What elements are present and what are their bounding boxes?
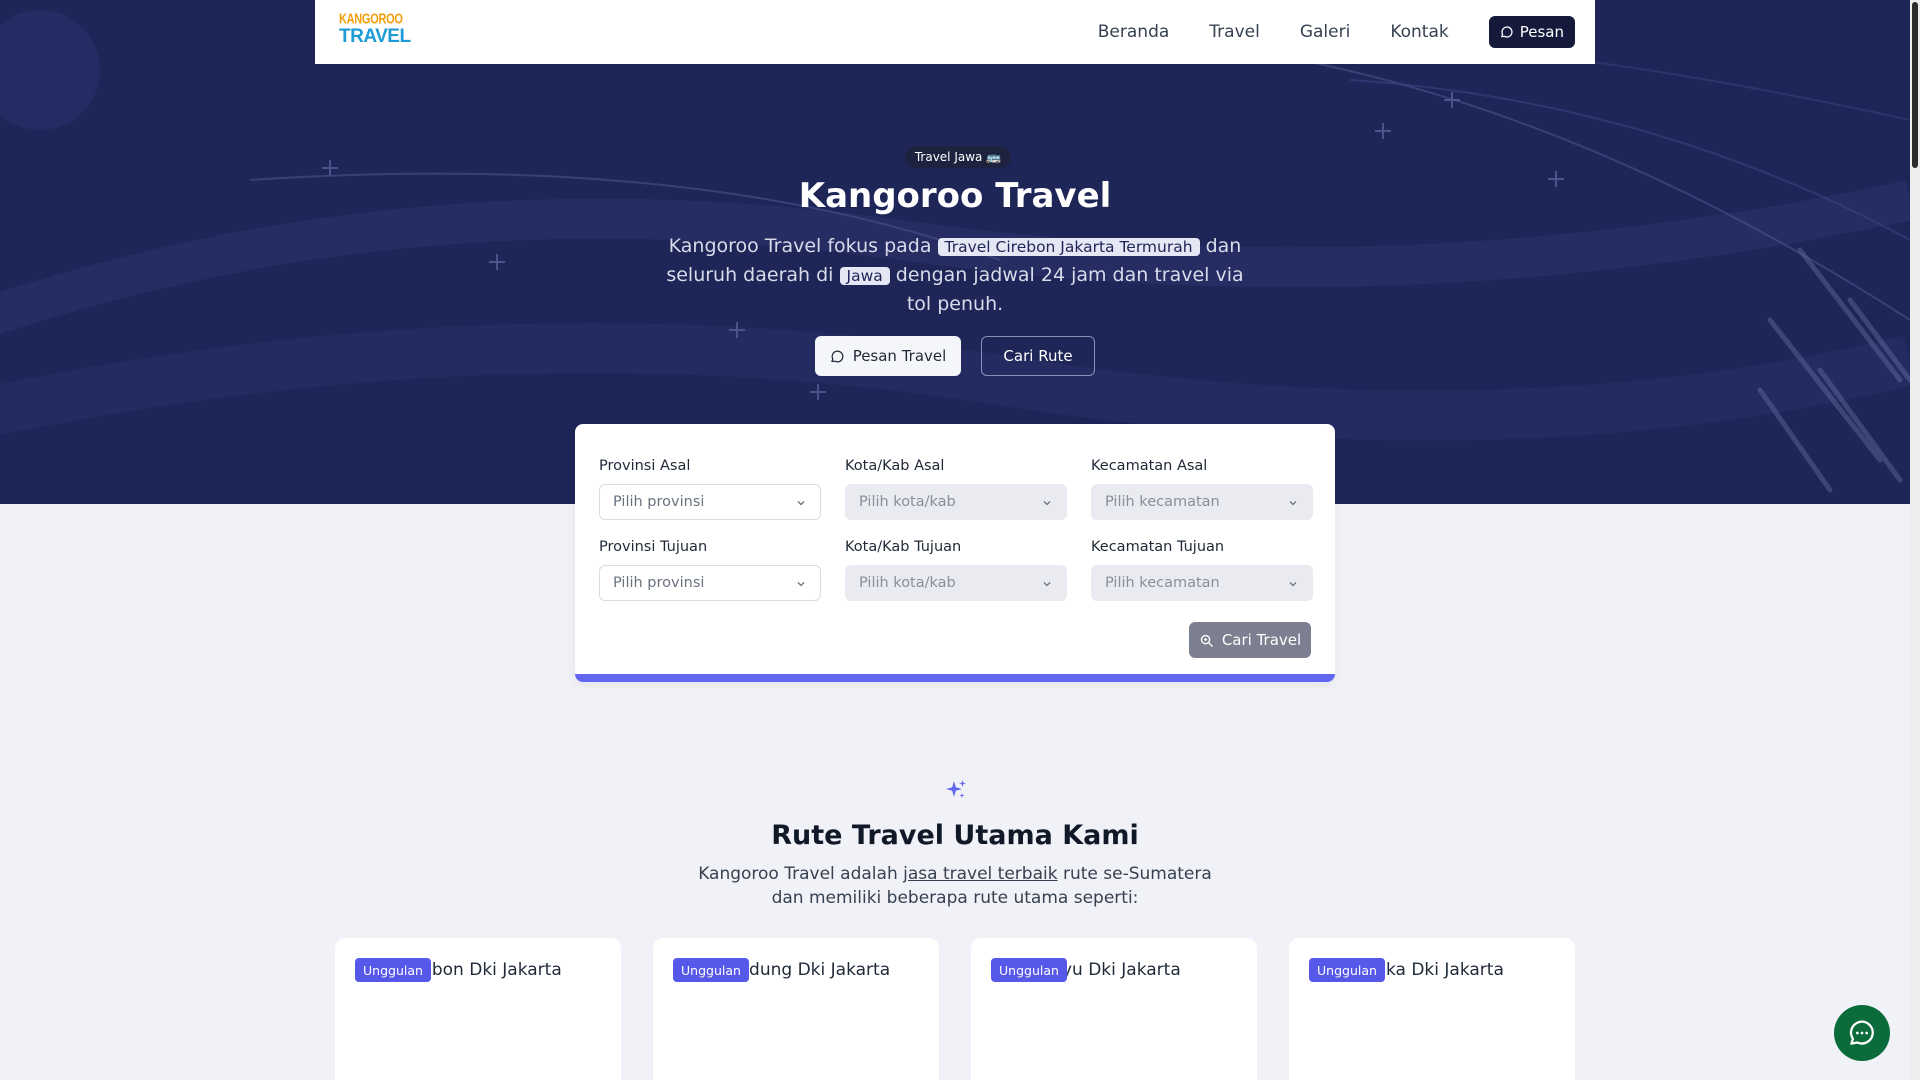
- chat-icon: [830, 350, 844, 362]
- hero-highlight-route: Travel Cirebon Jakarta Termurah: [937, 238, 1200, 256]
- chevron-down-icon: [1289, 501, 1297, 506]
- pesan-travel-button[interactable]: Pesan Travel: [815, 336, 961, 376]
- hero-desc-text-3: dengan jadwal 24 jam dan travel via tol …: [895, 264, 1244, 315]
- unggulan-badge: Unggulan: [991, 958, 1067, 982]
- routes-desc-text-3: dan memiliki beberapa rute utama seperti…: [771, 888, 1139, 908]
- nav-item-travel[interactable]: Travel: [1209, 14, 1260, 50]
- hero-highlight-region: Jawa: [839, 267, 890, 285]
- routes-description: Kangoroo Travel adalah jasa travel terba…: [0, 862, 1910, 910]
- chevron-down-icon: [797, 501, 805, 506]
- unggulan-badge: Unggulan: [355, 958, 431, 982]
- kota-tujuan-placeholder: Pilih kota/kab: [859, 575, 956, 591]
- page-scrollbar[interactable]: [1910, 0, 1920, 1080]
- route-card[interactable]: Unggulan Kota Cirebon Dki Jakarta: [335, 938, 621, 1080]
- hero-badge: Travel Jawa 🚌: [905, 146, 1011, 168]
- routes-desc-text-2: rute se-Sumatera: [1062, 864, 1212, 884]
- provinsi-tujuan-select[interactable]: Pilih provinsi: [599, 565, 821, 601]
- scrollbar-thumb[interactable]: [1912, 2, 1918, 168]
- logo-text-top: KANGOROO: [339, 12, 403, 28]
- chevron-down-icon: [797, 582, 805, 587]
- unggulan-badge: Unggulan: [1309, 958, 1385, 982]
- kecamatan-asal-select[interactable]: Pilih kecamatan: [1091, 484, 1313, 520]
- sparkles-icon: [946, 780, 966, 798]
- nav-pesan-button[interactable]: Pesan: [1488, 16, 1575, 48]
- hero-title: Kangoroo Travel: [798, 176, 1112, 216]
- kota-tujuan-field: Kota/Kab Tujuan Pilih kota/kab: [845, 539, 1067, 601]
- nav-pesan-label: Pesan: [1519, 23, 1564, 41]
- routes-desc-link[interactable]: jasa travel terbaik: [903, 864, 1057, 884]
- whatsapp-chat-button[interactable]: [1834, 1005, 1890, 1061]
- kecamatan-asal-placeholder: Pilih kecamatan: [1105, 494, 1220, 510]
- nav-menu: Beranda Travel Galeri Kontak Pesan: [1098, 14, 1575, 50]
- chat-icon: [1500, 26, 1513, 38]
- provinsi-asal-placeholder: Pilih provinsi: [613, 494, 705, 510]
- cari-travel-label: Cari Travel: [1221, 631, 1302, 649]
- chat-bubble-icon: [1849, 1020, 1874, 1045]
- kecamatan-tujuan-select[interactable]: Pilih kecamatan: [1091, 565, 1313, 601]
- nav-item-beranda[interactable]: Beranda: [1098, 14, 1170, 50]
- hero-buttons: Pesan Travel Cari Rute: [0, 336, 1910, 376]
- logo-text-bottom: TRAVEL: [339, 26, 411, 47]
- kecamatan-tujuan-field: Kecamatan Tujuan Pilih kecamatan: [1091, 539, 1313, 601]
- chevron-down-icon: [1043, 582, 1051, 587]
- route-card[interactable]: Unggulan Majalengka Dki Jakarta: [1289, 938, 1575, 1080]
- search-icon: [1200, 634, 1213, 647]
- chevron-down-icon: [1289, 582, 1297, 587]
- provinsi-asal-select[interactable]: Pilih provinsi: [599, 484, 821, 520]
- kecamatan-asal-label: Kecamatan Asal: [1091, 458, 1208, 474]
- hero-desc-text-1: Kangoroo Travel fokus pada: [668, 235, 932, 257]
- kota-asal-label: Kota/Kab Asal: [845, 458, 945, 474]
- provinsi-asal-field: Provinsi Asal Pilih provinsi: [599, 458, 821, 520]
- top-navbar: KANGOROO TRAVEL Beranda Travel Galeri Ko…: [315, 0, 1595, 64]
- routes-desc-text-1: Kangoroo Travel adalah: [698, 864, 898, 884]
- kota-asal-placeholder: Pilih kota/kab: [859, 494, 956, 510]
- provinsi-asal-label: Provinsi Asal: [599, 458, 691, 474]
- kota-tujuan-select[interactable]: Pilih kota/kab: [845, 565, 1067, 601]
- kota-asal-select[interactable]: Pilih kota/kab: [845, 484, 1067, 520]
- provinsi-tujuan-label: Provinsi Tujuan: [599, 539, 708, 555]
- nav-item-galeri[interactable]: Galeri: [1300, 14, 1351, 50]
- brand-logo[interactable]: KANGOROO TRAVEL: [339, 12, 411, 50]
- provinsi-tujuan-placeholder: Pilih provinsi: [613, 575, 705, 591]
- travel-search-form: Provinsi Asal Pilih provinsi Kota/Kab As…: [575, 424, 1335, 682]
- route-card[interactable]: Unggulan Indramayu Dki Jakarta: [971, 938, 1257, 1080]
- routes-title: Rute Travel Utama Kami: [771, 820, 1139, 851]
- unggulan-badge: Unggulan: [673, 958, 749, 982]
- pesan-travel-label: Pesan Travel: [852, 347, 947, 365]
- cari-travel-button[interactable]: Cari Travel: [1189, 622, 1311, 658]
- chevron-down-icon: [1043, 501, 1051, 506]
- kecamatan-asal-field: Kecamatan Asal Pilih kecamatan: [1091, 458, 1313, 520]
- nav-item-kontak[interactable]: Kontak: [1390, 14, 1448, 50]
- cari-rute-button[interactable]: Cari Rute: [981, 336, 1095, 376]
- route-card[interactable]: Unggulan Kota Bandung Dki Jakarta: [653, 938, 939, 1080]
- kota-asal-field: Kota/Kab Asal Pilih kota/kab: [845, 458, 1067, 520]
- hero-description: Kangoroo Travel fokus pada Travel Cirebo…: [660, 232, 1250, 318]
- form-accent-bar: [575, 674, 1335, 682]
- kecamatan-tujuan-label: Kecamatan Tujuan: [1091, 539, 1225, 555]
- kota-tujuan-label: Kota/Kab Tujuan: [845, 539, 962, 555]
- kecamatan-tujuan-placeholder: Pilih kecamatan: [1105, 575, 1220, 591]
- provinsi-tujuan-field: Provinsi Tujuan Pilih provinsi: [599, 539, 821, 601]
